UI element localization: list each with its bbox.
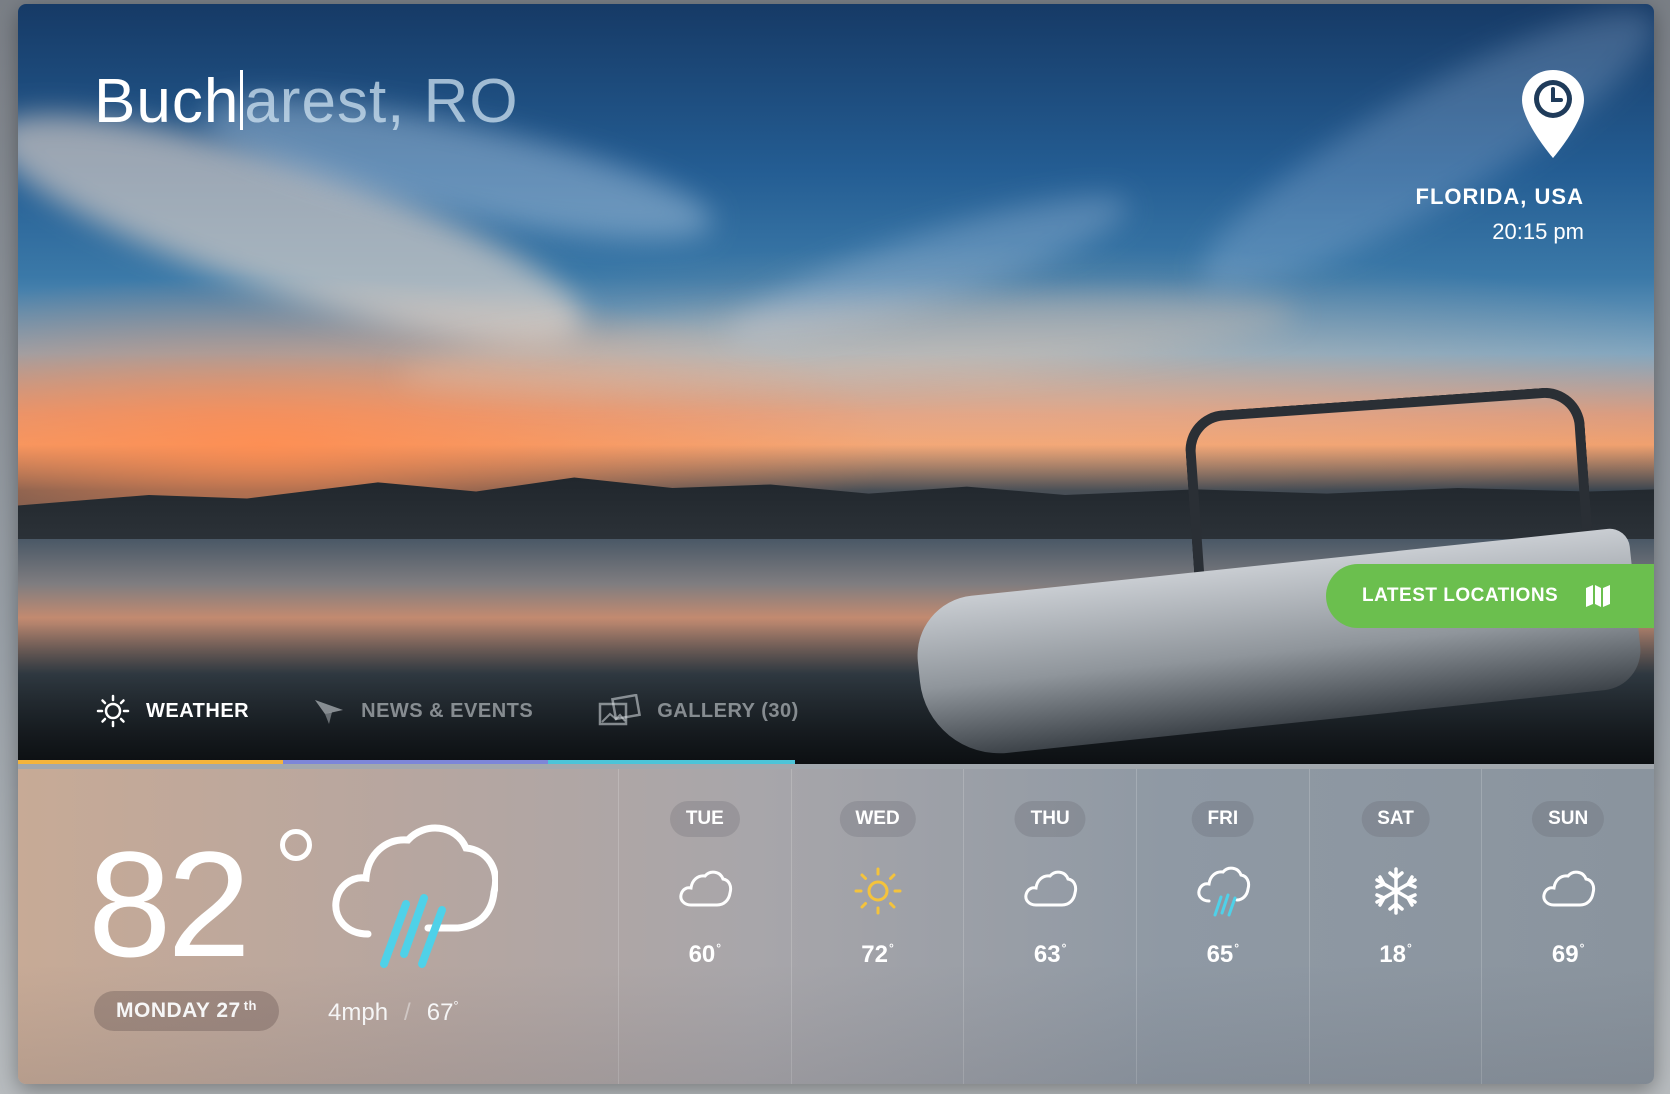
- day-temperature: 18°: [1379, 941, 1412, 968]
- text-caret: [240, 70, 244, 130]
- city-search-input[interactable]: Bucharest, RO: [94, 66, 519, 137]
- wind-speed: 4mph: [328, 999, 389, 1026]
- map-icon: [1586, 585, 1611, 607]
- low-temperature: 67: [426, 999, 454, 1026]
- date-suffix: th: [243, 997, 257, 1013]
- tab-indicator-gallery: [548, 760, 795, 764]
- hero-photo: Bucharest, RO FLORIDA, USA 20:15 pm LATE…: [18, 4, 1654, 764]
- tab-gallery-label: GALLERY (30): [657, 699, 799, 722]
- day-temperature: 65°: [1206, 941, 1240, 968]
- low-degree: °: [453, 998, 459, 1013]
- separator: /: [404, 999, 411, 1026]
- tab-weather-label: WEATHER: [146, 699, 250, 722]
- cloud-rain-icon: [332, 824, 498, 968]
- tab-indicator-news: [283, 760, 548, 764]
- day-temperature: 72°: [861, 941, 894, 968]
- current-date-badge: MONDAY 27th: [94, 991, 279, 1031]
- section-tab-indicator: [18, 760, 1654, 764]
- search-typed-text: Buch: [94, 67, 240, 136]
- latest-locations-button[interactable]: LATEST LOCATIONS: [1326, 564, 1654, 628]
- day-temperature: 60°: [688, 941, 722, 968]
- location-clock-pin-icon[interactable]: [1518, 66, 1588, 162]
- tab-news-events-label: NEWS & EVENTS: [361, 699, 534, 722]
- tab-news-events[interactable]: NEWS & EVENTS: [313, 696, 533, 726]
- day-label: WED: [839, 801, 916, 837]
- paper-plane-icon: [315, 700, 344, 724]
- forecast-panel: 82 MONDAY 27th 4mph / 67° TUE 60° WED 72° …: [18, 769, 1654, 1084]
- tab-indicator-weather: [18, 760, 283, 764]
- day-label: SUN: [1532, 801, 1605, 837]
- section-tabs: WEATHER NEWS & EVENTS GALLERY (30): [96, 694, 863, 728]
- forecast-day-sat[interactable]: SAT 18°: [1308, 769, 1482, 1084]
- day-temperature: 69°: [1551, 941, 1585, 968]
- sun-icon: [96, 694, 130, 728]
- forecast-day-thu[interactable]: THU 63°: [963, 769, 1136, 1084]
- forecast-day-sun[interactable]: SUN 69°: [1481, 769, 1654, 1084]
- weather-card: Bucharest, RO FLORIDA, USA 20:15 pm LATE…: [18, 4, 1654, 1084]
- gallery-icon: [598, 694, 642, 726]
- latest-locations-label: LATEST LOCATIONS: [1362, 585, 1559, 606]
- cloud-icon: [1542, 870, 1596, 907]
- tab-weather[interactable]: WEATHER: [96, 694, 249, 728]
- wind-and-low: 4mph / 67°: [328, 998, 459, 1027]
- cloud-icon: [1024, 870, 1078, 907]
- tab-gallery[interactable]: GALLERY (30): [597, 694, 799, 728]
- day-label: FRI: [1191, 801, 1255, 837]
- cloud-rain-icon: [1197, 866, 1250, 917]
- location-name: FLORIDA, USA: [1415, 184, 1584, 209]
- day-label: SAT: [1361, 801, 1430, 837]
- sun-icon: [854, 867, 901, 915]
- date-label: MONDAY 27: [116, 999, 241, 1022]
- day-label: TUE: [669, 801, 740, 837]
- search-suggestion-text: arest, RO: [244, 67, 519, 136]
- snowflake-icon: [1374, 867, 1417, 915]
- current-temperature: 82: [88, 820, 251, 988]
- forecast-days: TUE 60° WED 72° THU 63° FRI 65° SAT 18° …: [618, 769, 1654, 1084]
- forecast-day-fri[interactable]: FRI 65°: [1136, 769, 1309, 1084]
- cloud-icon: [679, 870, 732, 907]
- day-temperature: 63°: [1033, 941, 1067, 968]
- day-label: THU: [1014, 801, 1086, 837]
- forecast-day-wed[interactable]: WED 72°: [790, 769, 964, 1084]
- degree-symbol: [280, 829, 312, 861]
- location-time: 20:15 pm: [1492, 219, 1584, 244]
- forecast-day-tue[interactable]: TUE 60°: [618, 769, 791, 1084]
